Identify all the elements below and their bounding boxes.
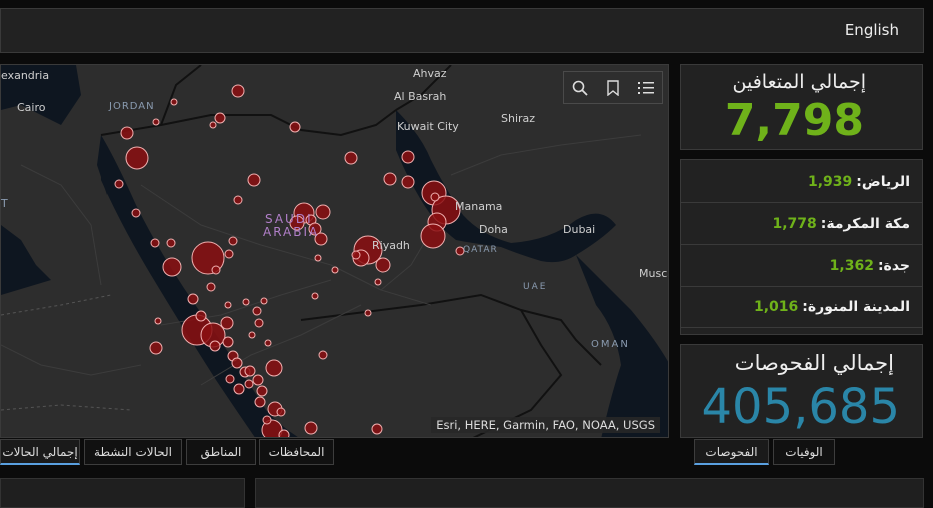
map-canvas[interactable]: exandria Cairo JORDAN Ahvaz Al Basrah Ku… bbox=[1, 65, 669, 438]
region-name: مكة المكرمة: bbox=[820, 216, 910, 232]
search-icon bbox=[573, 80, 588, 96]
tab-tests[interactable]: الفحوصات bbox=[694, 439, 769, 465]
list-item[interactable]: الرياض: 1,939 bbox=[681, 162, 922, 203]
map-label-doha: Doha bbox=[479, 223, 508, 236]
tests-panel: إجمالي الفحوصات 405,685 bbox=[680, 344, 923, 438]
map-label-manama: Manama bbox=[455, 200, 502, 213]
region-value: 1,016 bbox=[753, 299, 799, 315]
map-label-cairo: Cairo bbox=[17, 101, 46, 114]
region-name: المدينة المنورة: bbox=[802, 299, 910, 315]
region-value: 1,939 bbox=[807, 174, 853, 190]
bottom-panel-left bbox=[0, 478, 245, 508]
map-label-uae: UAE bbox=[523, 282, 547, 292]
map-label-jordan: JORDAN bbox=[108, 101, 155, 112]
bottom-panel-right bbox=[255, 478, 924, 508]
list-icon bbox=[637, 81, 654, 94]
recovered-value: 7,798 bbox=[724, 95, 864, 146]
region-name: جدة: bbox=[877, 258, 910, 274]
tab-active-cases[interactable]: الحالات النشطة bbox=[84, 439, 182, 465]
map-view[interactable]: exandria Cairo JORDAN Ahvaz Al Basrah Ku… bbox=[0, 64, 669, 438]
map-label-ahvaz: Ahvaz bbox=[413, 67, 447, 80]
map-label-riyadh: Riyadh bbox=[372, 239, 410, 252]
tab-governorates[interactable]: المحافظات bbox=[259, 439, 334, 465]
region-value: 1,362 bbox=[829, 258, 874, 274]
legend-button[interactable] bbox=[629, 72, 662, 103]
recovered-label: إجمالي المتعافين bbox=[732, 71, 866, 93]
map-label-oman: OMAN bbox=[591, 339, 630, 350]
map-attribution: Esri, HERE, Garmin, FAO, NOAA, USGS bbox=[431, 417, 660, 433]
bookmarks-button[interactable] bbox=[597, 72, 630, 103]
list-item[interactable]: المدينة المنورة: 1,016 bbox=[681, 287, 922, 328]
map-tabs: إجمالي الحالات الحالات النشطة المناطق ال… bbox=[0, 439, 669, 465]
tab-regions[interactable]: المناطق bbox=[186, 439, 256, 465]
bookmark-icon bbox=[607, 79, 619, 96]
map-label-kuwait-city: Kuwait City bbox=[397, 120, 459, 133]
search-button[interactable] bbox=[564, 72, 597, 103]
map-label-saudi: SAUDI bbox=[265, 212, 313, 226]
map-label-arabia: ARABIA bbox=[263, 225, 319, 239]
map-label-t: T bbox=[1, 197, 8, 210]
map-label-qatar: QATAR bbox=[463, 245, 498, 255]
tab-deaths[interactable]: الوفيات bbox=[773, 439, 835, 465]
regions-list[interactable]: الرياض: 1,939 مكة المكرمة: 1,778 جدة: 1,… bbox=[680, 159, 923, 335]
list-item[interactable]: مكة المكرمة: 1,778 bbox=[681, 204, 922, 245]
map-label-shiraz: Shiraz bbox=[501, 112, 535, 125]
region-value: 1,778 bbox=[772, 216, 817, 232]
map-toolbar bbox=[563, 71, 663, 104]
tests-value: 405,685 bbox=[701, 379, 901, 435]
top-bar: English bbox=[0, 8, 924, 53]
map-label-alexandria: exandria bbox=[1, 69, 49, 82]
list-item[interactable]: جدة: 1,362 bbox=[681, 246, 922, 287]
map-label-dubai: Dubai bbox=[563, 223, 595, 236]
tab-total-cases[interactable]: إجمالي الحالات bbox=[0, 439, 80, 465]
map-label-al-basrah: Al Basrah bbox=[394, 90, 446, 103]
tests-label: إجمالي الفحوصات bbox=[734, 351, 894, 375]
language-toggle[interactable]: English bbox=[845, 21, 899, 39]
recovered-panel: إجمالي المتعافين 7,798 bbox=[680, 64, 923, 150]
region-name: الرياض: bbox=[856, 174, 910, 190]
map-label-muscat: Musca bbox=[639, 267, 669, 280]
